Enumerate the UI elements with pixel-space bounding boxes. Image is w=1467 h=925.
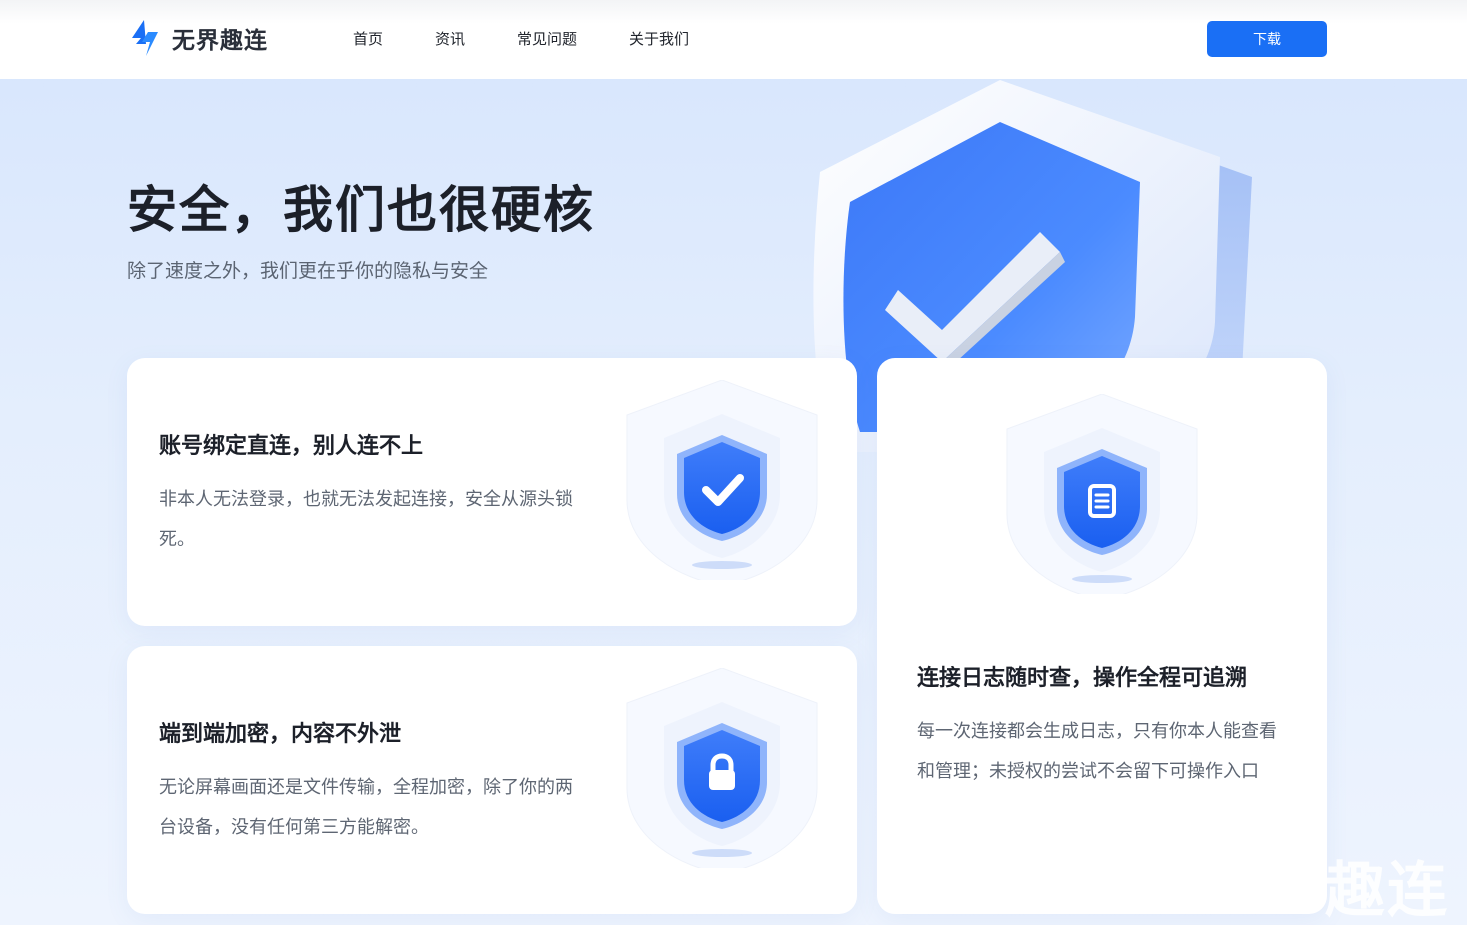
card-title: 端到端加密，内容不外泄 <box>159 722 402 747</box>
feature-card-connection-logs: 连接日志随时查，操作全程可追溯 每一次连接都会生成日志，只有你本人能查看和管理；… <box>877 358 1327 914</box>
download-button[interactable]: 下载 <box>1207 21 1327 57</box>
shield-check-icon <box>626 380 818 580</box>
lightning-logo-icon <box>132 20 158 56</box>
nav-news[interactable]: 资讯 <box>435 28 465 49</box>
feature-card-encryption: 端到端加密，内容不外泄 无论屏幕画面还是文件传输，全程加密，除了你的两台设备，没… <box>127 646 857 914</box>
brand-name: 无界趣连 <box>172 28 268 54</box>
feature-card-account-binding: 账号绑定直连，别人连不上 非本人无法登录，也就无法发起连接，安全从源头锁死。 <box>127 358 857 626</box>
nav-about[interactable]: 关于我们 <box>629 28 689 49</box>
main-nav: 首页 资讯 常见问题 关于我们 <box>353 28 741 49</box>
card-description: 非本人无法登录，也就无法发起连接，安全从源头锁死。 <box>159 489 573 550</box>
brand-watermark: 趣连 <box>1325 856 1449 925</box>
card-title: 连接日志随时查，操作全程可追溯 <box>917 666 1248 691</box>
nav-faq[interactable]: 常见问题 <box>517 28 577 49</box>
shield-lock-icon <box>626 668 818 868</box>
hero-title: 安全，我们也很硬核 <box>127 181 595 239</box>
nav-home[interactable]: 首页 <box>353 28 383 49</box>
brand-logo[interactable]: 无界趣连 <box>128 18 268 58</box>
card-description: 每一次连接都会生成日志，只有你本人能查看和管理；未授权的尝试不会留下可操作入口 <box>917 721 1277 782</box>
card-description: 无论屏幕画面还是文件传输，全程加密，除了你的两台设备，没有任何第三方能解密。 <box>159 777 573 838</box>
hero-subtitle: 除了速度之外，我们更在乎你的隐私与安全 <box>127 260 489 282</box>
card-title: 账号绑定直连，别人连不上 <box>159 434 424 459</box>
top-header: 无界趣连 首页 资讯 常见问题 关于我们 下载 <box>0 0 1467 79</box>
shield-document-icon <box>1006 394 1198 594</box>
